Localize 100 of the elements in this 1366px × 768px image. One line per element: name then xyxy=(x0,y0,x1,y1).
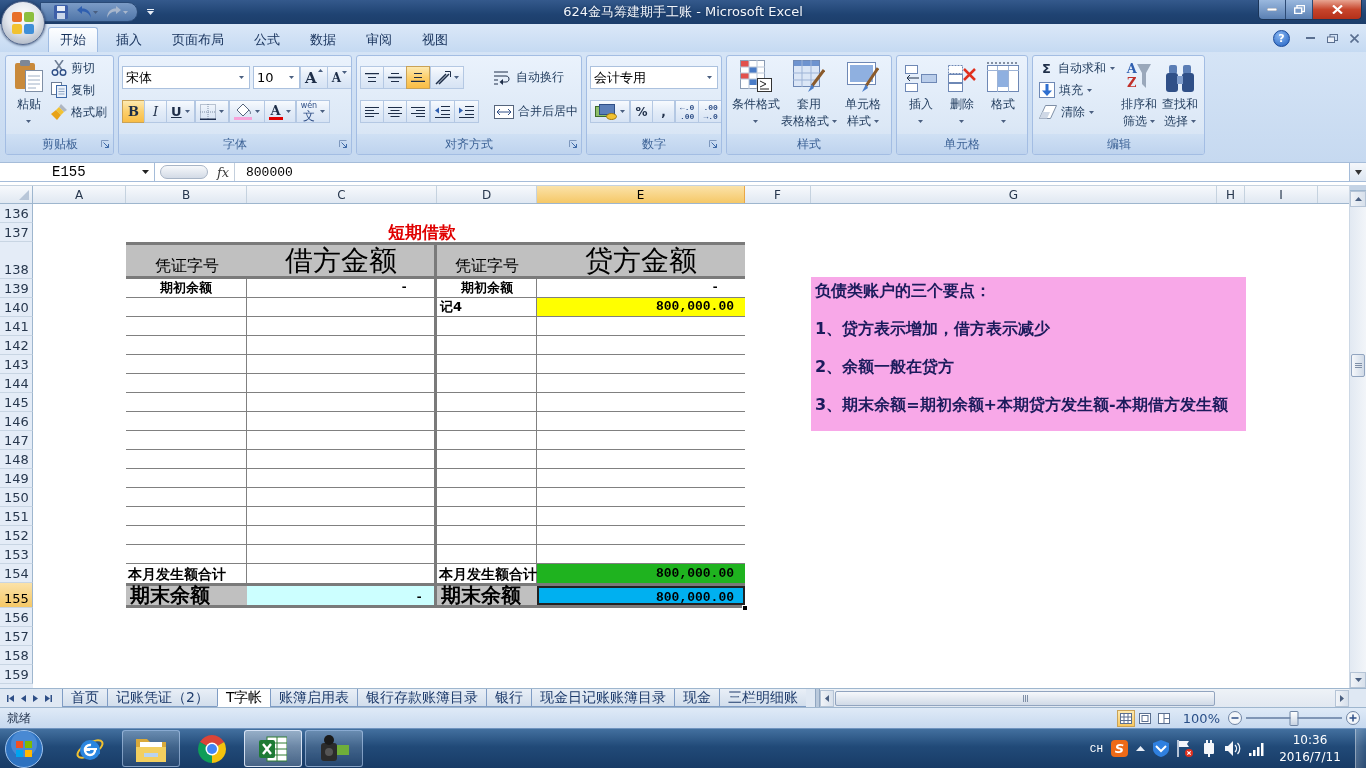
row-header[interactable]: 140 xyxy=(0,298,33,317)
cell-styles-button[interactable]: 单元格 样式 xyxy=(837,58,888,134)
minimize-icon[interactable] xyxy=(1305,37,1315,39)
fill-handle[interactable] xyxy=(742,605,748,611)
horizontal-align-button[interactable] xyxy=(383,100,407,123)
save-button[interactable] xyxy=(51,3,71,21)
accounting-format-button[interactable] xyxy=(590,100,630,123)
underline-button[interactable]: U xyxy=(166,100,195,123)
flag-icon[interactable] xyxy=(1177,740,1193,757)
sheet-tab[interactable]: 现金日记账账簿目录 xyxy=(531,689,675,707)
vertical-align-button[interactable] xyxy=(406,66,430,89)
phonetic-button[interactable]: wén 文 xyxy=(295,100,331,123)
right-triangle-icon[interactable] xyxy=(33,694,38,702)
signal-bars-icon[interactable] xyxy=(1249,741,1265,756)
normal-view-button[interactable] xyxy=(1116,709,1135,727)
row-header[interactable]: 158 xyxy=(0,646,33,665)
row-header[interactable]: 136 xyxy=(0,204,33,223)
insert-button[interactable]: 插入 xyxy=(900,58,942,134)
scroll-left-button[interactable] xyxy=(820,689,834,707)
row-header[interactable]: 156 xyxy=(0,608,33,627)
sheet-tab[interactable]: 银行 xyxy=(486,689,532,707)
find-select-button[interactable]: 查找和 选择 xyxy=(1159,58,1201,134)
comma-button[interactable]: , xyxy=(652,100,675,123)
wrap-text-button[interactable]: 自动换行 xyxy=(491,67,567,88)
percent-button[interactable]: % xyxy=(630,100,653,123)
row-header[interactable]: 144 xyxy=(0,374,33,393)
dialog-launcher-icon[interactable] xyxy=(709,140,717,148)
format-button[interactable]: 格式 xyxy=(982,58,1024,134)
table-format-button[interactable]: 套用 表格格式 xyxy=(781,58,837,134)
scroll-thumb[interactable] xyxy=(835,690,1215,706)
sheet-tab[interactable]: 账簿启用表 xyxy=(270,689,358,707)
close-button[interactable] xyxy=(1313,0,1361,19)
column-header[interactable]: I xyxy=(1245,186,1318,203)
horizontal-align-button[interactable] xyxy=(360,100,384,123)
delete-button[interactable]: 删除 xyxy=(941,58,983,134)
row-header[interactable]: 138 xyxy=(0,242,33,279)
ribbon-tab[interactable]: 审阅 xyxy=(354,27,404,52)
clock[interactable]: 10:36 2016/7/11 xyxy=(1279,731,1341,766)
row-header[interactable]: 139 xyxy=(0,279,33,298)
column-header[interactable]: G xyxy=(811,186,1217,203)
column-header[interactable]: E xyxy=(537,186,745,203)
ribbon-tab[interactable]: 页面布局 xyxy=(160,27,236,52)
dialog-launcher-icon[interactable] xyxy=(339,140,347,148)
up-triangle-icon[interactable] xyxy=(1136,746,1145,751)
clear-button[interactable]: 清除 xyxy=(1036,102,1118,122)
decrease-indent-button[interactable] xyxy=(430,100,455,123)
scroll-thumb[interactable] xyxy=(1351,354,1365,377)
row-header[interactable]: 149 xyxy=(0,469,33,488)
row-header[interactable]: 141 xyxy=(0,317,33,336)
taskbar-button[interactable] xyxy=(244,730,302,767)
restore-button[interactable] xyxy=(1286,0,1313,19)
row-header[interactable]: 152 xyxy=(0,526,33,545)
sheet-tab[interactable]: 记账凭证（2） xyxy=(107,689,217,707)
sort-filter-button[interactable]: A Z 排序和 筛选 xyxy=(1118,58,1160,134)
font-color-button[interactable]: A xyxy=(263,100,296,123)
column-header[interactable]: C xyxy=(247,186,437,203)
fill-button[interactable]: 填充 xyxy=(1036,80,1118,100)
font-name-dropdown[interactable]: 宋体 xyxy=(122,66,250,89)
column-header[interactable]: F xyxy=(745,186,811,203)
grow-font-button[interactable]: A xyxy=(300,66,328,89)
language-indicator[interactable]: CH xyxy=(1089,742,1103,755)
zoom-level-button[interactable]: 100% xyxy=(1182,710,1220,726)
row-header[interactable]: 150 xyxy=(0,488,33,507)
scroll-down-button[interactable] xyxy=(1350,672,1366,688)
number-format-dropdown[interactable]: 会计专用 xyxy=(590,66,718,89)
dialog-launcher-icon[interactable] xyxy=(569,140,577,148)
decrease-decimal-button[interactable]: .00 →.0 xyxy=(698,100,721,123)
row-header[interactable]: 143 xyxy=(0,355,33,374)
vertical-align-button[interactable] xyxy=(360,66,384,89)
sheet-tab[interactable]: T字帐 xyxy=(216,689,271,707)
close-icon[interactable] xyxy=(1349,33,1359,43)
ribbon-tab[interactable]: 视图 xyxy=(410,27,460,52)
dialog-launcher-icon[interactable] xyxy=(101,140,109,148)
sheet-tab[interactable]: 首页 xyxy=(62,689,107,707)
column-header[interactable]: B xyxy=(126,186,247,203)
row-header[interactable]: 154 xyxy=(0,564,33,583)
speaker-icon[interactable] xyxy=(1225,741,1241,756)
conditional-format-button[interactable]: 条件格式 xyxy=(730,58,781,134)
ribbon-tab[interactable]: 公式 xyxy=(242,27,292,52)
sheet-tab[interactable]: 现金 xyxy=(674,689,720,707)
bold-button[interactable]: B xyxy=(122,100,145,123)
last-sheet-icon[interactable] xyxy=(45,694,52,702)
row-header[interactable]: 148 xyxy=(0,450,33,469)
fill-color-button[interactable] xyxy=(228,100,265,123)
column-header[interactable]: H xyxy=(1217,186,1245,203)
font-size-dropdown[interactable]: 10 xyxy=(253,66,300,89)
paste-button[interactable]: 粘贴 xyxy=(9,58,48,134)
copy-button[interactable]: 复制 xyxy=(48,80,110,100)
plus-icon[interactable] xyxy=(1346,711,1360,725)
scroll-right-button[interactable] xyxy=(1335,689,1349,707)
row-header[interactable]: 155 xyxy=(0,583,33,608)
show-desktop-button[interactable] xyxy=(1355,728,1366,768)
increase-decimal-button[interactable]: ←.0 .00 xyxy=(675,100,700,123)
left-triangle-icon[interactable] xyxy=(21,694,26,702)
sheet-tab[interactable]: 三栏明细账 xyxy=(719,689,807,707)
resize-handle[interactable] xyxy=(160,165,208,179)
row-header[interactable]: 159 xyxy=(0,665,33,684)
power-plug-icon[interactable] xyxy=(1201,740,1217,757)
sheet-tab[interactable]: 银行存款账簿目录 xyxy=(357,689,487,707)
increase-indent-button[interactable] xyxy=(454,100,479,123)
